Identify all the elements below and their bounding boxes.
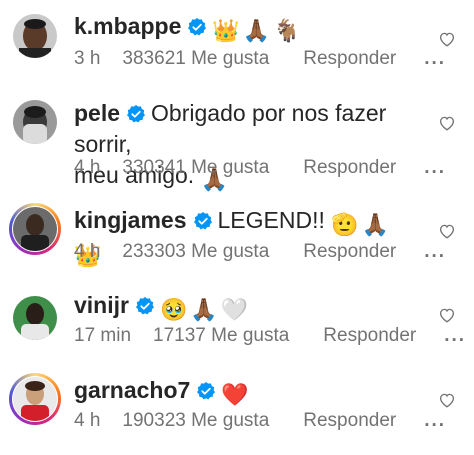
- heart-icon[interactable]: [438, 30, 456, 48]
- like-count[interactable]: 330341 Me gusta: [122, 157, 269, 178]
- heart-icon[interactable]: [438, 306, 456, 324]
- more-options-button[interactable]: ...: [424, 157, 446, 178]
- like-count[interactable]: 17137 Me gusta: [153, 325, 289, 346]
- like-count[interactable]: 383621 Me gusta: [122, 48, 269, 69]
- praying-hands-emoji-icon: 🙏🏾: [190, 297, 218, 322]
- verified-badge-icon: [126, 101, 146, 123]
- saluting-face-emoji-icon: 🫡: [331, 212, 359, 237]
- comment-time: 4 h: [74, 410, 101, 431]
- verified-badge-icon: [193, 208, 213, 230]
- avatar[interactable]: [13, 14, 57, 58]
- avatar[interactable]: [13, 100, 57, 144]
- comment-text: vinijr 🥹 🙏🏾 🤍: [74, 290, 414, 321]
- reply-button[interactable]: Responder: [323, 325, 416, 346]
- verified-badge-icon: [196, 378, 216, 400]
- story-ring[interactable]: [9, 203, 61, 255]
- heart-icon[interactable]: [438, 391, 456, 409]
- heart-icon[interactable]: [438, 222, 456, 240]
- username[interactable]: garnacho7: [74, 377, 190, 403]
- username[interactable]: k.mbappe: [74, 13, 181, 39]
- username[interactable]: kingjames: [74, 207, 187, 233]
- red-heart-emoji-icon: ❤️: [221, 382, 249, 407]
- comment-time: 3 h: [74, 48, 101, 69]
- reply-button[interactable]: Responder: [303, 157, 396, 178]
- crown-emoji-icon: 👑: [212, 18, 240, 43]
- goat-emoji-icon: 🐐: [273, 18, 301, 43]
- praying-hands-emoji-icon: 🙏🏾: [361, 212, 390, 237]
- avatar: [13, 377, 57, 421]
- praying-hands-emoji-icon: 🙏🏾: [242, 18, 271, 43]
- more-options-button[interactable]: ...: [424, 48, 446, 69]
- comment-text: k.mbappe 👑 🙏🏾 🐐: [74, 11, 414, 42]
- comment-body: Obrigado por nos fazer sorrir,: [74, 100, 387, 157]
- like-count[interactable]: 233303 Me gusta: [122, 241, 269, 262]
- verified-badge-icon: [187, 14, 207, 36]
- reply-button[interactable]: Responder: [303, 241, 396, 262]
- comment-meta: 17 min 17137 Me gusta Responder...: [74, 325, 474, 347]
- reply-button[interactable]: Responder: [303, 410, 396, 431]
- white-heart-emoji-icon: 🤍: [220, 297, 249, 322]
- comment-meta: 4 h 330341 Me gusta Responder...: [74, 157, 468, 179]
- more-options-button[interactable]: ...: [444, 325, 466, 346]
- avatar: [13, 207, 57, 251]
- reply-button[interactable]: Responder: [303, 48, 396, 69]
- comment-meta: 4 h 233303 Me gusta Responder...: [74, 241, 468, 263]
- heart-icon[interactable]: [438, 114, 456, 132]
- comment-text: garnacho7 ❤️: [74, 375, 414, 406]
- verified-badge-icon: [135, 293, 155, 315]
- pleading-face-emoji-icon: 🥹: [159, 297, 188, 322]
- comment-body: LEGEND!!: [217, 207, 325, 233]
- username[interactable]: pele: [74, 100, 120, 126]
- username[interactable]: vinijr: [74, 292, 129, 318]
- comment-meta: 4 h 190323 Me gusta Responder...: [74, 410, 468, 432]
- avatar[interactable]: [13, 296, 57, 340]
- story-ring[interactable]: [9, 373, 61, 425]
- more-options-button[interactable]: ...: [424, 410, 446, 431]
- comment-time: 17 min: [74, 325, 132, 346]
- comment-meta: 3 h 383621 Me gusta Responder...: [74, 48, 468, 70]
- comment-time: 4 h: [74, 157, 101, 178]
- more-options-button[interactable]: ...: [424, 241, 446, 262]
- like-count[interactable]: 190323 Me gusta: [122, 410, 269, 431]
- comment-time: 4 h: [74, 241, 101, 262]
